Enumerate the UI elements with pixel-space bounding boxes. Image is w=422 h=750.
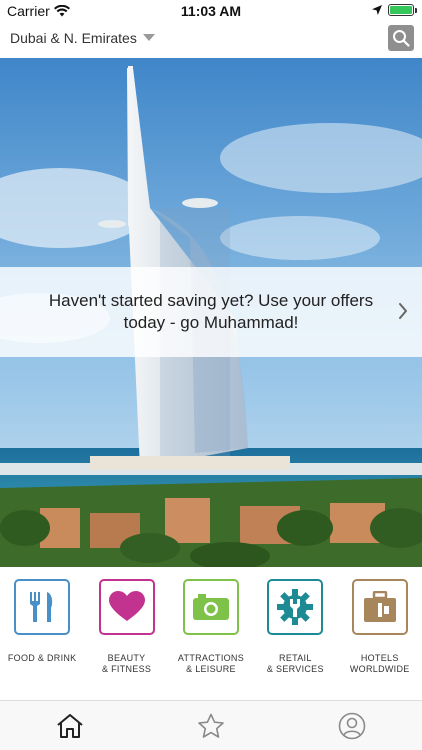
home-icon [57, 713, 83, 738]
category-icon-box [267, 579, 324, 635]
category-label-line1: FOOD & DRINK [7, 653, 77, 663]
tab-bar [0, 700, 422, 750]
category-beauty-fitness[interactable]: BEAUTY & FITNESS [86, 579, 168, 700]
camera-icon [192, 594, 229, 620]
promo-banner-text: Haven't started saving yet? Use your off… [48, 291, 374, 332]
battery-tip [415, 8, 417, 13]
category-label: HOTELS WORLDWIDE [350, 653, 410, 675]
status-bar: Carrier 11:03 AM [0, 0, 422, 22]
category-icon-box [182, 579, 239, 635]
category-food-drink[interactable]: FOOD & DRINK [1, 579, 83, 700]
tab-favorites[interactable] [181, 706, 241, 746]
battery-fill [390, 6, 412, 14]
category-label-line1: BEAUTY [107, 653, 146, 663]
gear-icon [277, 589, 314, 625]
search-button[interactable] [388, 25, 414, 51]
category-label-line2: & LEISURE [186, 664, 236, 674]
category-row: FOOD & DRINK BEAUTY & FITNESS ATTRACTION… [0, 567, 422, 700]
category-label: ATTRACTIONS & LEISURE [178, 653, 244, 675]
category-label: BEAUTY & FITNESS [102, 653, 151, 675]
promo-banner[interactable]: Haven't started saving yet? Use your off… [0, 267, 422, 357]
region-label: Dubai & N. Emirates [10, 30, 137, 46]
status-time: 11:03 AM [180, 3, 242, 19]
category-label: FOOD & DRINK [8, 653, 77, 664]
category-label-line2: & FITNESS [101, 664, 152, 674]
category-icon-box [351, 579, 408, 635]
tab-profile[interactable] [322, 706, 382, 746]
category-icon-box [14, 579, 71, 635]
category-attractions-leisure[interactable]: ATTRACTIONS & LEISURE [170, 579, 252, 700]
heart-icon [108, 591, 145, 621]
star-icon [198, 713, 224, 738]
location-arrow-icon [372, 5, 382, 15]
chevron-right-icon [399, 303, 407, 319]
category-label-line1: HOTELS [360, 653, 399, 663]
category-hotels-worldwide[interactable]: HOTELS WORLDWIDE [339, 579, 421, 700]
fork-knife-icon [30, 592, 53, 622]
suitcase-icon [363, 591, 396, 622]
tab-home[interactable] [40, 706, 100, 746]
header: Dubai & N. Emirates [0, 22, 422, 58]
category-retail-services[interactable]: RETAIL & SERVICES [254, 579, 336, 700]
battery-icon [388, 4, 417, 16]
search-icon [393, 30, 410, 47]
hero-image: Haven't started saving yet? Use your off… [0, 58, 422, 567]
category-label: RETAIL & SERVICES [267, 653, 324, 675]
category-label-line2: WORLDWIDE [349, 664, 410, 674]
category-icon-box [98, 579, 155, 635]
profile-icon [338, 712, 365, 739]
region-selector[interactable]: Dubai & N. Emirates [10, 30, 155, 46]
category-label-line1: ATTRACTIONS [177, 653, 245, 663]
status-right [372, 4, 417, 16]
category-label-line1: RETAIL [279, 653, 312, 663]
category-label-line2: & SERVICES [266, 664, 324, 674]
dropdown-triangle-icon [142, 34, 155, 41]
